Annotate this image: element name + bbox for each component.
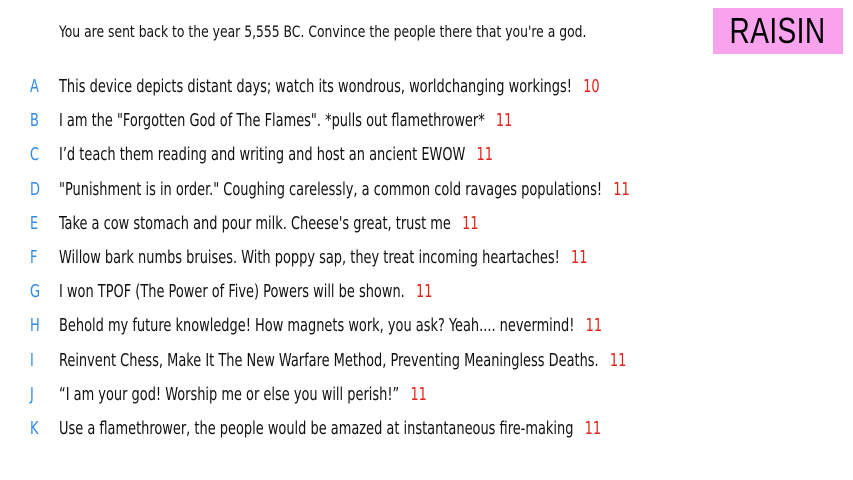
list-item: C I’d teach them reading and writing and…: [0, 138, 853, 172]
entry-line: Use a flamethrower, the people would be …: [59, 412, 601, 446]
entry-score: 11: [613, 178, 630, 200]
list-item: I Reinvent Chess, Make It The New Warfar…: [0, 344, 853, 378]
entry-letter: K: [30, 417, 39, 439]
list-item: G I won TPOF (The Power of Five) Powers …: [0, 275, 853, 309]
entry-letter: E: [30, 212, 39, 234]
entry-score: 11: [415, 281, 433, 303]
entry-text: Reinvent Chess, Make It The New Warfare …: [59, 349, 599, 371]
entry-score: 10: [583, 76, 600, 97]
list-item: K Use a flamethrower, the people would b…: [0, 412, 853, 446]
entry-list: A This device depicts distant days; watc…: [0, 70, 853, 446]
contestant-name-badge: RAISIN: [713, 8, 843, 54]
entry-text: I won TPOF (The Power of Five) Powers wi…: [59, 281, 405, 303]
entry-letter: H: [30, 315, 40, 337]
list-item: E Take a cow stomach and pour milk. Chee…: [0, 207, 853, 241]
list-item: B I am the "Forgotten God of The Flames"…: [0, 104, 853, 138]
entry-line: Behold my future knowledge! How magnets …: [59, 309, 602, 343]
entry-text: "Punishment is in order." Coughing carel…: [59, 178, 603, 200]
contestant-name: RAISIN: [730, 10, 826, 51]
list-item: D "Punishment is in order." Coughing car…: [0, 173, 853, 207]
entry-line: Take a cow stomach and pour milk. Cheese…: [59, 207, 479, 241]
entry-letter: B: [30, 110, 39, 132]
entry-line: I’d teach them reading and writing and h…: [59, 138, 493, 172]
entry-letter: A: [30, 76, 39, 97]
entry-score: 11: [571, 246, 588, 268]
entry-text: Use a flamethrower, the people would be …: [59, 417, 574, 439]
entry-text: Willow bark numbs bruises. With poppy sa…: [59, 246, 560, 268]
entry-letter: G: [30, 281, 41, 303]
entry-line: Willow bark numbs bruises. With poppy sa…: [59, 241, 588, 275]
entry-line: Reinvent Chess, Make It The New Warfare …: [59, 344, 626, 378]
entry-text: Take a cow stomach and pour milk. Cheese…: [59, 212, 451, 234]
entry-score: 11: [462, 212, 479, 234]
entry-score: 11: [476, 144, 494, 166]
entry-text: This device depicts distant days; watch …: [59, 76, 572, 97]
list-item: J “I am your god! Worship me or else you…: [0, 378, 853, 412]
list-item: H Behold my future knowledge! How magnet…: [0, 309, 853, 343]
entry-text: “I am your god! Worship me or else you w…: [59, 383, 400, 405]
entry-score: 11: [609, 349, 627, 371]
entry-score: 11: [410, 383, 427, 405]
entry-letter: J: [30, 383, 34, 405]
entry-line: "Punishment is in order." Coughing carel…: [59, 173, 630, 207]
entry-letter: C: [30, 144, 40, 166]
entry-line: I am the "Forgotten God of The Flames". …: [59, 104, 512, 138]
entry-line: This device depicts distant days; watch …: [59, 70, 600, 104]
entry-score: 11: [495, 110, 513, 132]
prompt-text: You are sent back to the year 5,555 BC. …: [59, 22, 587, 41]
entry-letter: F: [30, 246, 38, 268]
entry-text: I am the "Forgotten God of The Flames". …: [59, 110, 485, 132]
entry-letter: D: [30, 178, 40, 200]
entry-line: “I am your god! Worship me or else you w…: [59, 378, 427, 412]
entry-score: 11: [585, 315, 603, 337]
list-item: F Willow bark numbs bruises. With poppy …: [0, 241, 853, 275]
entry-score: 11: [584, 417, 602, 439]
entry-text: I’d teach them reading and writing and h…: [59, 144, 466, 166]
entry-text: Behold my future knowledge! How magnets …: [59, 315, 575, 337]
entry-line: I won TPOF (The Power of Five) Powers wi…: [59, 275, 432, 309]
entry-letter: I: [30, 349, 34, 371]
list-item: A This device depicts distant days; watc…: [0, 70, 853, 104]
